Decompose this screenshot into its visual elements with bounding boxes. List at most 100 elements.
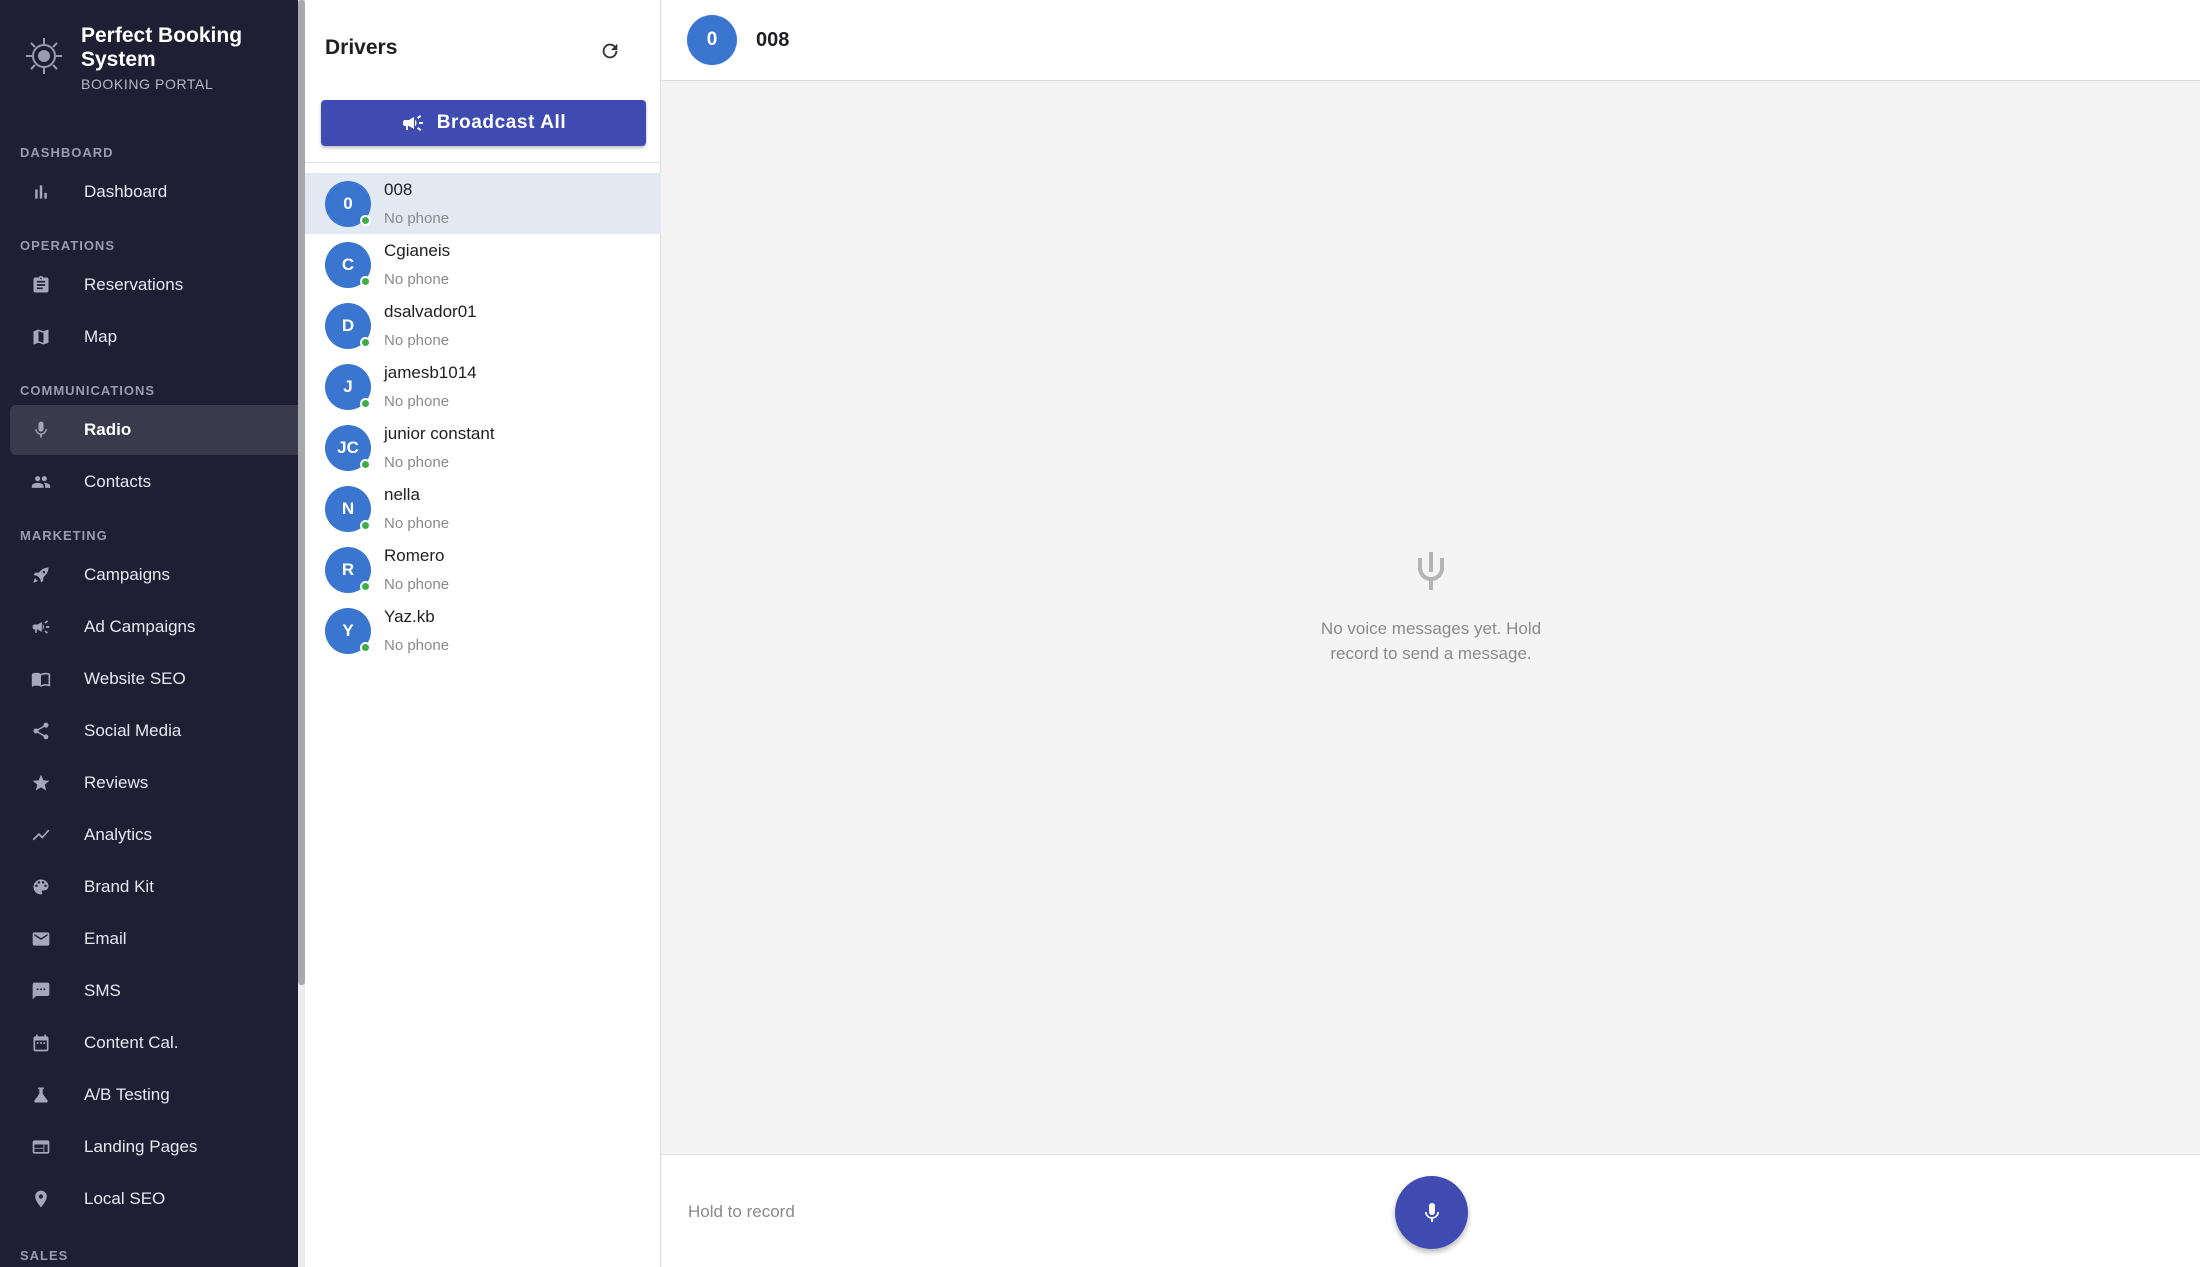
sidebar-item-label: Website SEO <box>84 669 186 688</box>
driver-avatar: C <box>325 241 371 288</box>
driver-avatar: 0 <box>325 180 371 227</box>
sidebar-item-reservations[interactable]: Reservations <box>10 260 298 310</box>
sidebar-item-ab-testing[interactable]: A/B Testing <box>10 1070 298 1120</box>
driver-name: Romero <box>384 546 445 565</box>
broadcast-all-label: Broadcast All <box>436 112 567 133</box>
sidebar-item-social-media[interactable]: Social Media <box>10 706 298 756</box>
driver-phone: No phone <box>384 515 450 532</box>
avatar-initials: 0 <box>343 193 353 213</box>
driver-phone: No phone <box>384 637 450 654</box>
sidebar-item-label: Brand Kit <box>84 877 154 896</box>
record-bar: Hold to record <box>662 1154 2200 1267</box>
avatar-initials: JC <box>337 437 359 457</box>
clipboard-icon <box>30 274 52 296</box>
driver-row[interactable]: D dsalvador01 No phone <box>305 295 661 356</box>
sidebar-item-analytics[interactable]: Analytics <box>10 810 298 860</box>
sidebar-item-label: Radio <box>84 420 132 439</box>
sidebar-item-ad-campaigns[interactable]: Ad Campaigns <box>10 602 298 652</box>
star-icon <box>30 772 52 794</box>
driver-row[interactable]: JC junior constant No phone <box>305 417 661 478</box>
driver-phone: No phone <box>384 210 450 227</box>
driver-name: dsalvador01 <box>384 302 477 321</box>
people-icon <box>30 471 52 493</box>
sidebar-item-label: Campaigns <box>84 565 170 584</box>
brand[interactable]: Perfect Booking System BOOKING PORTAL <box>24 24 271 92</box>
driver-name: 008 <box>384 180 413 199</box>
chat-header: 0 008 <box>662 0 2200 81</box>
sidebar-item-label: Contacts <box>84 472 152 491</box>
avatar-initials: J <box>343 376 353 396</box>
palette-icon <box>30 876 52 898</box>
drivers-title: Drivers <box>325 36 398 59</box>
sidebar-item-brand-kit[interactable]: Brand Kit <box>10 862 298 912</box>
mic-icon <box>30 419 52 441</box>
sidebar-item-dashboard[interactable]: Dashboard <box>10 167 298 217</box>
sidebar-item-sms[interactable]: SMS <box>10 966 298 1016</box>
sidebar-item-content-cal[interactable]: Content Cal. <box>10 1018 298 1068</box>
chat-header-name: 008 <box>756 28 790 51</box>
driver-row[interactable]: R Romero No phone <box>305 539 661 600</box>
driver-phone: No phone <box>384 454 450 471</box>
driver-avatar: Y <box>325 607 371 654</box>
avatar-initials: C <box>341 254 355 274</box>
empty-state: No voice messages yet. Hold record to se… <box>662 548 2200 666</box>
online-status-dot <box>360 275 371 287</box>
avatar-initials: Y <box>342 620 354 640</box>
sidebar-item-reviews[interactable]: Reviews <box>10 758 298 808</box>
broadcast-all-button[interactable]: Broadcast All <box>321 100 646 146</box>
driver-row[interactable]: C Cgianeis No phone <box>305 234 661 295</box>
driver-row[interactable]: N nella No phone <box>305 478 661 539</box>
sidebar-item-label: Reservations <box>84 275 184 294</box>
sidebar-item-campaigns[interactable]: Campaigns <box>10 550 298 600</box>
driver-name: junior constant <box>384 424 495 443</box>
rocket-icon <box>30 564 52 586</box>
sidebar-item-label: Social Media <box>84 721 182 740</box>
avatar-initials: D <box>341 315 355 335</box>
record-hint: Hold to record <box>688 1202 795 1221</box>
book-icon <box>30 668 52 690</box>
sidebar-item-label: Content Cal. <box>84 1033 179 1052</box>
driver-row[interactable]: J jamesb1014 No phone <box>305 356 661 417</box>
online-status-dot <box>360 214 371 226</box>
driver-name: nella <box>384 485 420 504</box>
sidebar: Perfect Booking System BOOKING PORTAL DA… <box>0 0 298 1267</box>
online-status-dot <box>360 519 371 531</box>
trend-icon <box>30 824 52 846</box>
driver-avatar: D <box>325 302 371 349</box>
pin-icon <box>30 1188 52 1210</box>
web-page-icon <box>30 1136 52 1158</box>
sidebar-item-email[interactable]: Email <box>10 914 298 964</box>
driver-list: 0 008 No phone C Cgianeis No phone D dsalv… <box>305 173 661 661</box>
sidebar-item-website-seo[interactable]: Website SEO <box>10 654 298 704</box>
chat-bubble-icon <box>30 980 52 1002</box>
voice-mic-icon <box>1418 552 1444 590</box>
chat-header-avatar: 0 <box>687 15 737 65</box>
section-label-dashboard: DASHBOARD <box>20 145 114 160</box>
sidebar-item-map[interactable]: Map <box>10 312 298 362</box>
sidebar-item-local-seo[interactable]: Local SEO <box>10 1174 298 1224</box>
driver-row[interactable]: Y Yaz.kb No phone <box>305 600 661 661</box>
megaphone-icon <box>30 616 52 638</box>
driver-row[interactable]: 0 008 No phone <box>305 173 661 234</box>
sidebar-scrollbar[interactable] <box>298 0 305 1267</box>
driver-phone: No phone <box>384 576 450 593</box>
record-button[interactable] <box>1395 1176 1468 1249</box>
driver-phone: No phone <box>384 393 450 410</box>
driver-name: Yaz.kb <box>384 607 435 626</box>
sidebar-item-contacts[interactable]: Contacts <box>10 457 298 507</box>
calendar-icon <box>30 1032 52 1054</box>
sidebar-item-label: Map <box>84 327 118 346</box>
refresh-icon <box>602 43 618 59</box>
sidebar-item-label: Ad Campaigns <box>84 617 196 636</box>
sidebar-item-label: Analytics <box>84 825 153 844</box>
map-icon <box>30 326 52 348</box>
sidebar-item-landing-pages[interactable]: Landing Pages <box>10 1122 298 1172</box>
refresh-button[interactable] <box>595 36 625 66</box>
bar-chart-icon <box>30 181 52 203</box>
sidebar-item-radio[interactable]: Radio <box>10 405 298 455</box>
flask-icon <box>30 1084 52 1106</box>
online-status-dot <box>360 336 371 348</box>
driver-phone: No phone <box>384 332 450 349</box>
sidebar-item-label: Dashboard <box>84 182 168 201</box>
sidebar-scrollbar-thumb[interactable] <box>298 0 305 985</box>
